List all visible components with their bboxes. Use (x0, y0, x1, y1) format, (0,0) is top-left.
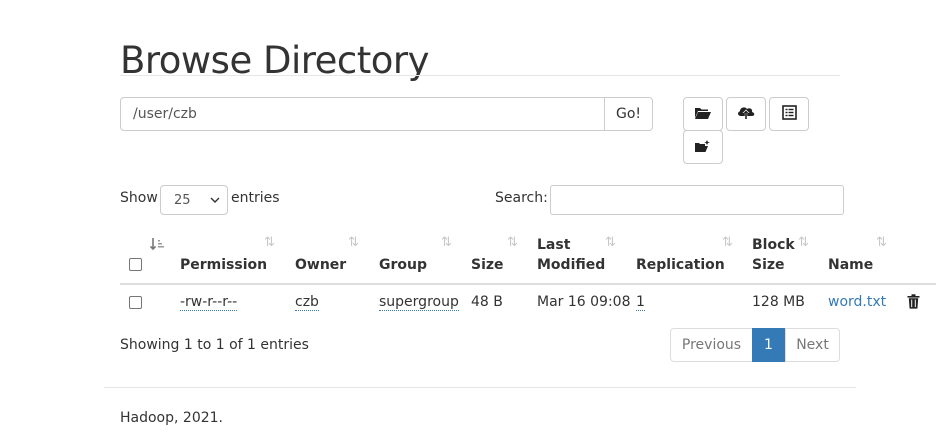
search-label: Search: (495, 190, 548, 206)
sort-icon[interactable]: ⇅ (348, 235, 359, 250)
sort-icon[interactable]: ⇅ (876, 235, 887, 250)
show-label: Show (120, 190, 158, 206)
next-page-button[interactable]: Next (785, 328, 840, 362)
go-button[interactable]: Go! (604, 97, 653, 131)
header-divider (120, 75, 840, 76)
sort-icon[interactable]: ⇅ (264, 235, 275, 250)
row-file-name-link[interactable]: word.txt (828, 294, 886, 310)
create-directory-button[interactable] (683, 97, 723, 131)
pagination-info: Showing 1 to 1 of 1 entries (120, 337, 309, 353)
column-header-block-size[interactable]: Block Size (752, 235, 795, 275)
row-owner[interactable]: czb (295, 294, 319, 311)
sort-icon[interactable]: ⇅ (798, 235, 809, 250)
column-header-block-size-line1: Block (752, 237, 795, 253)
previous-page-button[interactable]: Previous (670, 328, 753, 362)
column-header-size[interactable]: Size (471, 255, 504, 275)
entries-label: entries (231, 190, 280, 206)
row-group[interactable]: supergroup (379, 294, 459, 311)
column-header-group[interactable]: Group (379, 255, 427, 275)
sort-icon[interactable]: ⇅ (722, 235, 733, 250)
column-header-replication[interactable]: Replication (636, 255, 725, 275)
row-block-size: 128 MB (752, 294, 805, 310)
sort-icon[interactable]: ⇅ (441, 235, 452, 250)
column-header-owner[interactable]: Owner (295, 255, 346, 275)
column-header-permission[interactable]: Permission (180, 255, 267, 275)
cut-paste-icon (694, 138, 712, 157)
row-permission[interactable]: -rw-r--r-- (180, 294, 238, 311)
column-header-name[interactable]: Name (828, 255, 873, 275)
footer-divider (104, 387, 856, 388)
column-header-last-modified-line1: Last (537, 237, 571, 253)
sort-select-column-icon[interactable] (149, 236, 166, 255)
row-replication[interactable]: 1 (636, 294, 645, 311)
entries-select[interactable]: 25 (160, 185, 228, 215)
search-input[interactable] (550, 185, 844, 215)
entries-select-value: 25 (174, 192, 191, 208)
row-size: 48 B (471, 294, 503, 310)
page-1-button[interactable]: 1 (752, 328, 785, 362)
trash-icon[interactable] (907, 294, 920, 313)
sort-icon[interactable]: ⇅ (605, 235, 616, 250)
row-last-modified: Mar 16 09:08 (537, 294, 631, 310)
open-folder-icon (694, 105, 712, 124)
list-view-button[interactable] (769, 97, 809, 131)
column-header-last-modified[interactable]: Last Modified (537, 235, 605, 275)
sort-icon[interactable]: ⇅ (507, 235, 518, 250)
cut-paste-button[interactable] (683, 130, 723, 164)
upload-files-button[interactable] (726, 97, 766, 131)
select-all-checkbox[interactable] (129, 258, 142, 271)
row-select-checkbox[interactable] (129, 296, 142, 309)
cloud-upload-icon (736, 104, 756, 124)
chevron-down-icon (210, 194, 220, 210)
list-icon (781, 104, 797, 124)
table-header-divider (120, 283, 936, 285)
column-header-block-size-line2: Size (752, 257, 785, 273)
directory-path-input[interactable] (120, 97, 605, 131)
column-header-last-modified-line2: Modified (537, 257, 606, 273)
footer-text: Hadoop, 2021. (120, 410, 223, 426)
